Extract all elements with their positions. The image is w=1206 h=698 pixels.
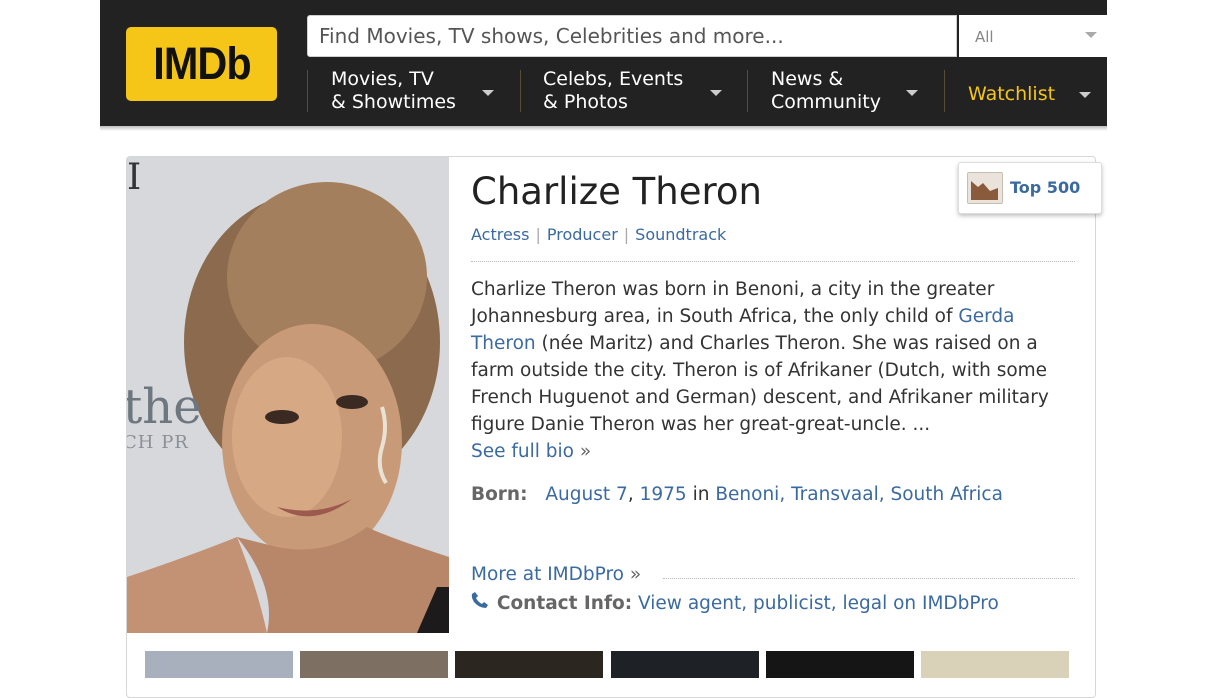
photo-thumbnail[interactable] <box>300 651 448 678</box>
nav-label-line1: Movies, TV <box>331 68 434 90</box>
nav-label-line1: Celebs, Events <box>543 68 684 90</box>
chevron-down-icon <box>1079 92 1091 98</box>
watchlist-label: Watchlist <box>968 83 1056 105</box>
nav-movies-tv[interactable]: Movies, TV & Showtimes <box>331 68 511 118</box>
contact-info: Contact Info: View agent, publicist, leg… <box>471 591 999 614</box>
job-categories: Actress | Producer | Soundtrack <box>471 225 726 244</box>
photo-backdrop-text: the <box>127 379 202 435</box>
more-at-imdbpro-link[interactable]: More at IMDbPro <box>471 564 624 585</box>
nav-divider <box>747 70 748 112</box>
birth-date-link[interactable]: August 7 <box>545 484 627 505</box>
nav-label-line1: News & <box>771 68 844 90</box>
chevron-down-icon <box>710 90 722 96</box>
chevron-down-icon <box>1085 32 1097 38</box>
person-photo[interactable]: I the CH PR <box>127 157 449 633</box>
birth-year-link[interactable]: 1975 <box>640 484 687 505</box>
bio-text: (née Maritz) and Charles Theron. She was… <box>471 333 1049 435</box>
role-link-soundtrack[interactable]: Soundtrack <box>635 225 726 244</box>
nav-divider <box>307 70 308 112</box>
chevron-down-icon <box>906 90 918 96</box>
bio-text: Charlize Theron was born in Benoni, a ci… <box>471 279 995 327</box>
phone-icon <box>471 591 491 614</box>
see-full-bio-link[interactable]: See full bio <box>471 441 574 462</box>
search-category-select[interactable]: All <box>959 15 1107 57</box>
born-label: Born: <box>471 484 528 505</box>
raquo-glyph: » <box>629 564 642 585</box>
divider <box>663 578 1075 579</box>
born-in-text: in <box>692 484 710 505</box>
role-separator: | <box>623 225 630 244</box>
photo-thumbnail[interactable] <box>455 651 603 678</box>
bio-summary: Charlize Theron was born in Benoni, a ci… <box>471 276 1071 465</box>
born-comma: , <box>627 484 634 505</box>
photo-thumbnail[interactable] <box>766 651 914 678</box>
site-header: IMDb Find Movies, TV shows, Celebrities … <box>100 0 1107 131</box>
role-link-producer[interactable]: Producer <box>547 225 618 244</box>
role-link-actress[interactable]: Actress <box>471 225 529 244</box>
nav-celebs-events[interactable]: Celebs, Events & Photos <box>543 68 733 118</box>
raquo-glyph: » <box>579 441 592 462</box>
imdb-logo[interactable]: IMDb <box>126 27 277 101</box>
photo-thumbnail[interactable] <box>611 651 759 678</box>
chart-trend-icon <box>967 172 1003 204</box>
nav-divider <box>520 70 521 112</box>
role-separator: | <box>535 225 541 244</box>
born-info: Born: August 7, 1975 in Benoni, Transvaa… <box>471 484 1003 505</box>
nav-label-line2: & Photos <box>543 91 628 113</box>
photo-backdrop-text: CH PR <box>127 432 189 453</box>
nav-news-community[interactable]: News & Community <box>771 68 931 118</box>
top500-label: Top 500 <box>1010 178 1081 197</box>
divider <box>471 261 1075 262</box>
header-shadow <box>100 126 1107 131</box>
search-category-value: All <box>975 28 994 46</box>
search-input[interactable]: Find Movies, TV shows, Celebrities and m… <box>307 15 957 57</box>
logo-text: IMDb <box>152 38 251 89</box>
starmeter-top500-badge[interactable]: Top 500 <box>958 162 1102 214</box>
photo-thumbnail[interactable] <box>145 651 293 678</box>
birth-place-link[interactable]: Benoni, Transvaal, South Africa <box>715 484 1003 505</box>
photo-thumbnail[interactable] <box>921 651 1069 678</box>
contact-label: Contact Info: <box>496 593 633 614</box>
photo-backdrop-text: I <box>127 157 142 198</box>
person-name: Charlize Theron <box>471 170 762 213</box>
nav-divider <box>944 70 945 112</box>
imdbpro-more: More at IMDbPro » <box>471 564 641 585</box>
contact-imdbpro-link[interactable]: View agent, publicist, legal on IMDbPro <box>638 593 999 614</box>
chevron-down-icon <box>482 90 494 96</box>
